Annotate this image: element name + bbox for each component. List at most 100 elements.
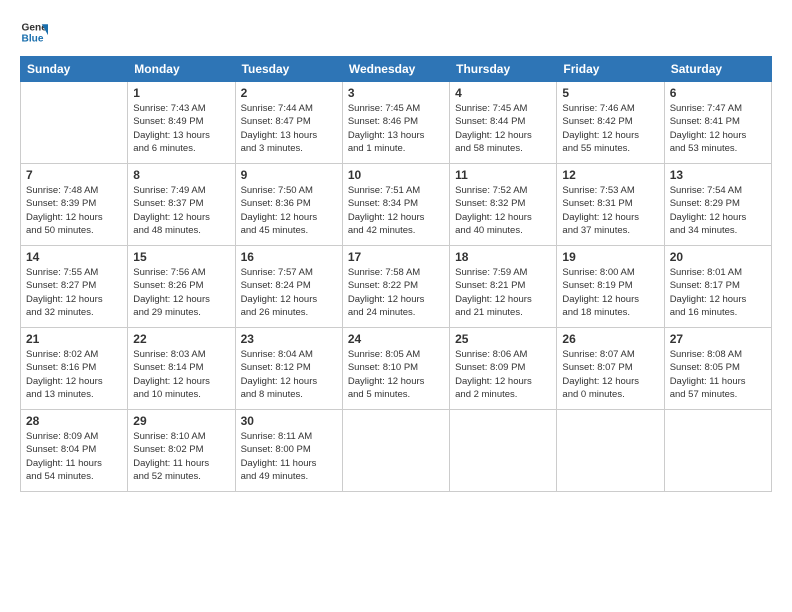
calendar-cell: 2 Sunrise: 7:44 AMSunset: 8:47 PMDaylight… [235, 82, 342, 164]
calendar-cell: 5Sunrise: 7:46 AMSunset: 8:42 PMDaylight… [557, 82, 664, 164]
day-info: Sunrise: 7:45 AMSunset: 8:44 PMDaylight:… [455, 102, 551, 155]
week-row-1: 1 Sunrise: 7:43 AMSunset: 8:49 PMDaylight… [21, 82, 772, 164]
day-number: 16 [241, 250, 337, 264]
day-number: 23 [241, 332, 337, 346]
day-info: Sunrise: 7:50 AMSunset: 8:36 PMDaylight:… [241, 184, 337, 237]
day-info: Sunrise: 7:52 AMSunset: 8:32 PMDaylight:… [455, 184, 551, 237]
day-number: 29 [133, 414, 229, 428]
day-number: 2 [241, 86, 337, 100]
day-number: 20 [670, 250, 766, 264]
day-info: Sunrise: 7:48 AMSunset: 8:39 PMDaylight:… [26, 184, 122, 237]
day-number: 9 [241, 168, 337, 182]
svg-text:Blue: Blue [22, 33, 44, 44]
day-number: 13 [670, 168, 766, 182]
col-header-monday: Monday [128, 57, 235, 82]
day-info: Sunrise: 8:01 AMSunset: 8:17 PMDaylight:… [670, 266, 766, 319]
calendar-cell: 20 Sunrise: 8:01 AMSunset: 8:17 PMDayligh… [664, 246, 771, 328]
day-info: Sunrise: 7:46 AMSunset: 8:42 PMDaylight:… [562, 102, 658, 155]
day-number: 17 [348, 250, 444, 264]
header: General Blue [20, 18, 772, 46]
day-number: 8 [133, 168, 229, 182]
calendar-cell: 26 Sunrise: 8:07 AMSunset: 8:07 PMDayligh… [557, 328, 664, 410]
day-info: Sunrise: 7:45 AMSunset: 8:46 PMDaylight:… [348, 102, 444, 155]
calendar-cell: 30Sunrise: 8:11 AMSunset: 8:00 PMDayligh… [235, 410, 342, 492]
day-number: 10 [348, 168, 444, 182]
calendar-cell: 11 Sunrise: 7:52 AMSunset: 8:32 PMDayligh… [450, 164, 557, 246]
calendar-cell [557, 410, 664, 492]
day-number: 27 [670, 332, 766, 346]
day-info: Sunrise: 7:57 AMSunset: 8:24 PMDaylight:… [241, 266, 337, 319]
day-info: Sunrise: 7:54 AMSunset: 8:29 PMDaylight:… [670, 184, 766, 237]
page: General Blue SundayMondayTuesdayWednesda… [0, 0, 792, 612]
calendar-cell: 17 Sunrise: 7:58 AMSunset: 8:22 PMDayligh… [342, 246, 449, 328]
calendar-cell: 13 Sunrise: 7:54 AMSunset: 8:29 PMDayligh… [664, 164, 771, 246]
day-number: 14 [26, 250, 122, 264]
col-header-wednesday: Wednesday [342, 57, 449, 82]
logo: General Blue [20, 18, 52, 46]
calendar-cell: 4 Sunrise: 7:45 AMSunset: 8:44 PMDaylight… [450, 82, 557, 164]
day-info: Sunrise: 7:56 AMSunset: 8:26 PMDaylight:… [133, 266, 229, 319]
day-info: Sunrise: 7:43 AMSunset: 8:49 PMDaylight:… [133, 102, 229, 155]
calendar-cell: 23 Sunrise: 8:04 AMSunset: 8:12 PMDayligh… [235, 328, 342, 410]
calendar-cell: 27 Sunrise: 8:08 AMSunset: 8:05 PMDayligh… [664, 328, 771, 410]
day-info: Sunrise: 8:10 AMSunset: 8:02 PMDaylight:… [133, 430, 229, 483]
day-number: 18 [455, 250, 551, 264]
col-header-tuesday: Tuesday [235, 57, 342, 82]
day-info: Sunrise: 7:47 AMSunset: 8:41 PMDaylight:… [670, 102, 766, 155]
day-number: 1 [133, 86, 229, 100]
day-number: 22 [133, 332, 229, 346]
week-row-3: 14Sunrise: 7:55 AMSunset: 8:27 PMDayligh… [21, 246, 772, 328]
calendar-cell: 10Sunrise: 7:51 AMSunset: 8:34 PMDayligh… [342, 164, 449, 246]
calendar-table: SundayMondayTuesdayWednesdayThursdayFrid… [20, 56, 772, 492]
calendar-cell: 19 Sunrise: 8:00 AMSunset: 8:19 PMDayligh… [557, 246, 664, 328]
col-header-friday: Friday [557, 57, 664, 82]
day-info: Sunrise: 7:44 AMSunset: 8:47 PMDaylight:… [241, 102, 337, 155]
calendar-cell: 28Sunrise: 8:09 AMSunset: 8:04 PMDayligh… [21, 410, 128, 492]
calendar-cell: 8 Sunrise: 7:49 AMSunset: 8:37 PMDaylight… [128, 164, 235, 246]
day-number: 4 [455, 86, 551, 100]
day-number: 3 [348, 86, 444, 100]
week-row-2: 7 Sunrise: 7:48 AMSunset: 8:39 PMDaylight… [21, 164, 772, 246]
day-info: Sunrise: 7:49 AMSunset: 8:37 PMDaylight:… [133, 184, 229, 237]
day-info: Sunrise: 8:04 AMSunset: 8:12 PMDaylight:… [241, 348, 337, 401]
day-info: Sunrise: 8:07 AMSunset: 8:07 PMDaylight:… [562, 348, 658, 401]
calendar-cell: 18 Sunrise: 7:59 AMSunset: 8:21 PMDayligh… [450, 246, 557, 328]
day-number: 26 [562, 332, 658, 346]
calendar-cell: 29 Sunrise: 8:10 AMSunset: 8:02 PMDayligh… [128, 410, 235, 492]
calendar-cell: 25Sunrise: 8:06 AMSunset: 8:09 PMDayligh… [450, 328, 557, 410]
day-info: Sunrise: 8:03 AMSunset: 8:14 PMDaylight:… [133, 348, 229, 401]
calendar-cell: 22 Sunrise: 8:03 AMSunset: 8:14 PMDayligh… [128, 328, 235, 410]
calendar-cell: 12Sunrise: 7:53 AMSunset: 8:31 PMDayligh… [557, 164, 664, 246]
day-number: 15 [133, 250, 229, 264]
calendar-cell: 16 Sunrise: 7:57 AMSunset: 8:24 PMDayligh… [235, 246, 342, 328]
day-number: 19 [562, 250, 658, 264]
col-header-saturday: Saturday [664, 57, 771, 82]
day-number: 28 [26, 414, 122, 428]
calendar-cell: 1 Sunrise: 7:43 AMSunset: 8:49 PMDaylight… [128, 82, 235, 164]
day-number: 21 [26, 332, 122, 346]
day-number: 6 [670, 86, 766, 100]
calendar-cell: 21 Sunrise: 8:02 AMSunset: 8:16 PMDayligh… [21, 328, 128, 410]
calendar-cell [664, 410, 771, 492]
calendar-cell: 14Sunrise: 7:55 AMSunset: 8:27 PMDayligh… [21, 246, 128, 328]
col-header-sunday: Sunday [21, 57, 128, 82]
calendar-cell: 6 Sunrise: 7:47 AMSunset: 8:41 PMDaylight… [664, 82, 771, 164]
week-row-5: 28Sunrise: 8:09 AMSunset: 8:04 PMDayligh… [21, 410, 772, 492]
calendar-header-row: SundayMondayTuesdayWednesdayThursdayFrid… [21, 57, 772, 82]
calendar-cell: 9 Sunrise: 7:50 AMSunset: 8:36 PMDaylight… [235, 164, 342, 246]
calendar-cell [450, 410, 557, 492]
day-info: Sunrise: 8:00 AMSunset: 8:19 PMDaylight:… [562, 266, 658, 319]
calendar-cell: 3 Sunrise: 7:45 AMSunset: 8:46 PMDaylight… [342, 82, 449, 164]
day-info: Sunrise: 8:02 AMSunset: 8:16 PMDaylight:… [26, 348, 122, 401]
day-number: 11 [455, 168, 551, 182]
calendar-cell: 24Sunrise: 8:05 AMSunset: 8:10 PMDayligh… [342, 328, 449, 410]
day-number: 30 [241, 414, 337, 428]
day-info: Sunrise: 7:59 AMSunset: 8:21 PMDaylight:… [455, 266, 551, 319]
calendar-cell [342, 410, 449, 492]
day-number: 7 [26, 168, 122, 182]
week-row-4: 21 Sunrise: 8:02 AMSunset: 8:16 PMDayligh… [21, 328, 772, 410]
day-info: Sunrise: 8:08 AMSunset: 8:05 PMDaylight:… [670, 348, 766, 401]
calendar-cell: 7 Sunrise: 7:48 AMSunset: 8:39 PMDaylight… [21, 164, 128, 246]
day-info: Sunrise: 7:58 AMSunset: 8:22 PMDaylight:… [348, 266, 444, 319]
day-number: 24 [348, 332, 444, 346]
